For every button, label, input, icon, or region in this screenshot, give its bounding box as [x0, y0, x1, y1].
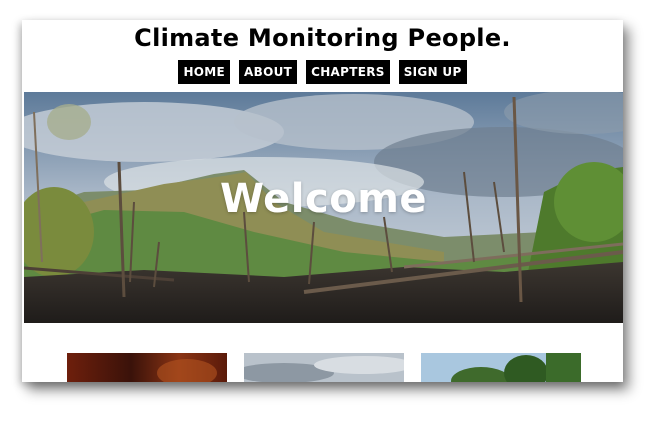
forest-trees-thumbnail-image	[421, 353, 581, 382]
nav-home-button[interactable]: HOME	[178, 60, 231, 84]
cloudy-sky-thumbnail-image	[244, 353, 404, 382]
gallery-thumbnail-3[interactable]	[421, 353, 581, 382]
gallery-thumbnail-2[interactable]	[244, 353, 404, 382]
site-title: Climate Monitoring People.	[134, 24, 511, 52]
nav-sign-up-button[interactable]: SIGN UP	[398, 60, 467, 84]
nav-chapters-button[interactable]: CHAPTERS	[306, 60, 390, 84]
fire-glow-thumbnail-image	[67, 353, 227, 382]
hero-heading: Welcome	[219, 176, 428, 222]
main-nav: HOME ABOUT CHAPTERS SIGN UP	[22, 60, 623, 84]
web-page: Climate Monitoring People. HOME ABOUT CH…	[22, 20, 623, 382]
hero-banner: Welcome	[24, 92, 623, 323]
nav-about-button[interactable]: ABOUT	[239, 60, 298, 84]
gallery-thumbnail-1[interactable]	[67, 353, 227, 382]
